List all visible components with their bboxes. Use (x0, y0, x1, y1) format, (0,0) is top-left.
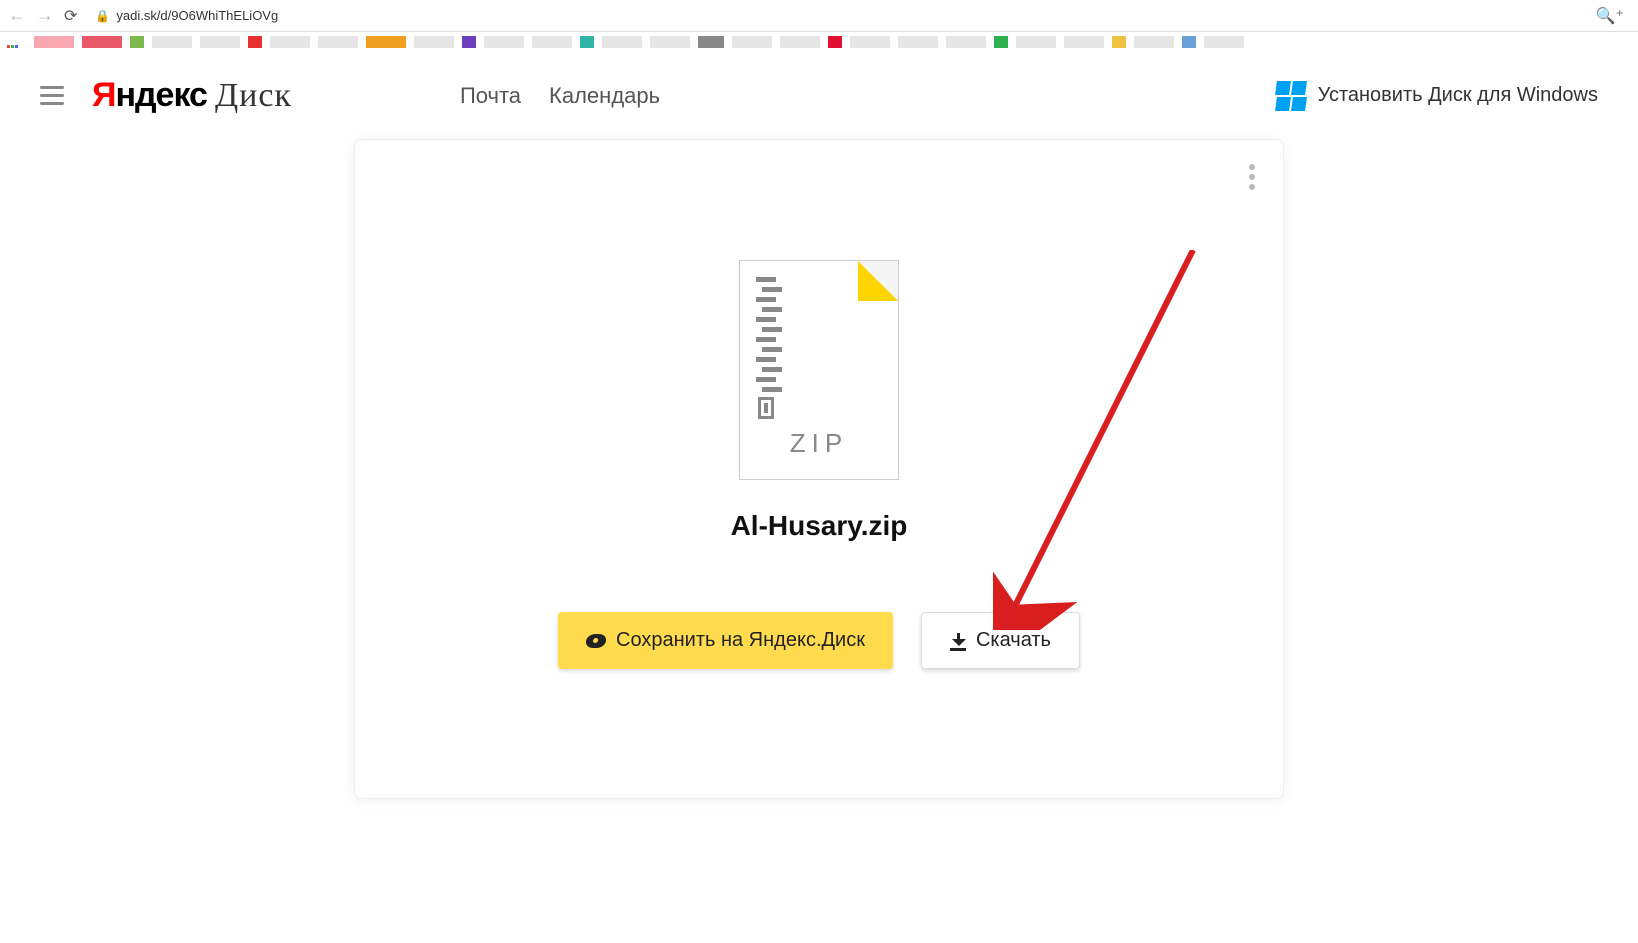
file-type-label: ZIP (740, 428, 898, 459)
bookmark-item[interactable] (698, 36, 724, 48)
nav-mail[interactable]: Почта (460, 83, 521, 109)
bookmark-item[interactable] (1064, 36, 1104, 48)
bookmark-item[interactable] (994, 36, 1008, 48)
bookmark-segments (34, 36, 1244, 48)
zip-file-icon: ZIP (739, 260, 899, 480)
bookmark-item[interactable] (1016, 36, 1056, 48)
bookmark-item[interactable] (602, 36, 642, 48)
disk-icon (585, 634, 607, 648)
forward-button[interactable]: → (36, 5, 54, 26)
browser-toolbar: ← → ⟳ 🔒 yadi.sk/d/9O6WhiThELiOVg 🔍⁺ (0, 0, 1638, 32)
bookmark-item[interactable] (152, 36, 192, 48)
lock-icon: 🔒 (95, 9, 110, 23)
bookmark-item[interactable] (850, 36, 890, 48)
bookmark-item[interactable] (780, 36, 820, 48)
bookmark-item[interactable] (946, 36, 986, 48)
save-to-disk-button[interactable]: Сохранить на Яндекс.Диск (558, 612, 893, 669)
bookmark-item[interactable] (1182, 36, 1196, 48)
apps-icon[interactable] (6, 35, 20, 49)
menu-button[interactable] (40, 86, 64, 105)
url-text: yadi.sk/d/9O6WhiThELiOVg (116, 8, 278, 23)
logo[interactable]: Яндекс Диск (92, 76, 292, 115)
download-label: Скачать (976, 629, 1051, 652)
download-button[interactable]: Скачать (921, 612, 1080, 669)
header-nav: Почта Календарь (460, 83, 660, 109)
bookmark-item[interactable] (828, 36, 842, 48)
page-body: Яндекс Диск Почта Календарь Установить Д… (0, 52, 1638, 943)
address-bar[interactable]: 🔒 yadi.sk/d/9O6WhiThELiOVg (87, 4, 1579, 28)
logo-disk: Диск (215, 77, 292, 115)
more-menu-button[interactable] (1249, 164, 1255, 190)
file-name: Al-Husary.zip (385, 510, 1253, 542)
reload-button[interactable]: ⟳ (64, 6, 77, 26)
file-preview: ZIP Al-Husary.zip (385, 260, 1253, 542)
bookmark-item[interactable] (532, 36, 572, 48)
bookmark-item[interactable] (366, 36, 406, 48)
download-icon (950, 633, 966, 649)
install-label: Установить Диск для Windows (1318, 84, 1598, 107)
bookmark-item[interactable] (898, 36, 938, 48)
bookmark-item[interactable] (200, 36, 240, 48)
bookmark-item[interactable] (580, 36, 594, 48)
bookmark-item[interactable] (650, 36, 690, 48)
bookmark-item[interactable] (462, 36, 476, 48)
zoom-icon[interactable]: 🔍⁺ (1590, 6, 1630, 26)
back-button[interactable]: ← (8, 5, 26, 26)
logo-yandex: Яндекс (92, 76, 207, 115)
save-label: Сохранить на Яндекс.Диск (616, 629, 865, 652)
bookmark-item[interactable] (248, 36, 262, 48)
action-bar: Сохранить на Яндекс.Диск Скачать (385, 612, 1253, 669)
header: Яндекс Диск Почта Календарь Установить Д… (0, 52, 1638, 131)
bookmarks-bar (0, 32, 1638, 52)
bookmark-item[interactable] (1112, 36, 1126, 48)
bookmark-item[interactable] (34, 36, 74, 48)
install-windows-link[interactable]: Установить Диск для Windows (1276, 81, 1598, 111)
nav-calendar[interactable]: Календарь (549, 83, 660, 109)
bookmark-item[interactable] (484, 36, 524, 48)
bookmark-item[interactable] (414, 36, 454, 48)
bookmark-item[interactable] (318, 36, 358, 48)
bookmark-item[interactable] (130, 36, 144, 48)
file-card: ZIP Al-Husary.zip Сохранить на Яндекс.Ди… (354, 139, 1284, 799)
bookmark-item[interactable] (1134, 36, 1174, 48)
bookmark-item[interactable] (270, 36, 310, 48)
bookmark-item[interactable] (732, 36, 772, 48)
bookmark-item[interactable] (82, 36, 122, 48)
windows-icon (1276, 81, 1306, 111)
bookmark-item[interactable] (1204, 36, 1244, 48)
